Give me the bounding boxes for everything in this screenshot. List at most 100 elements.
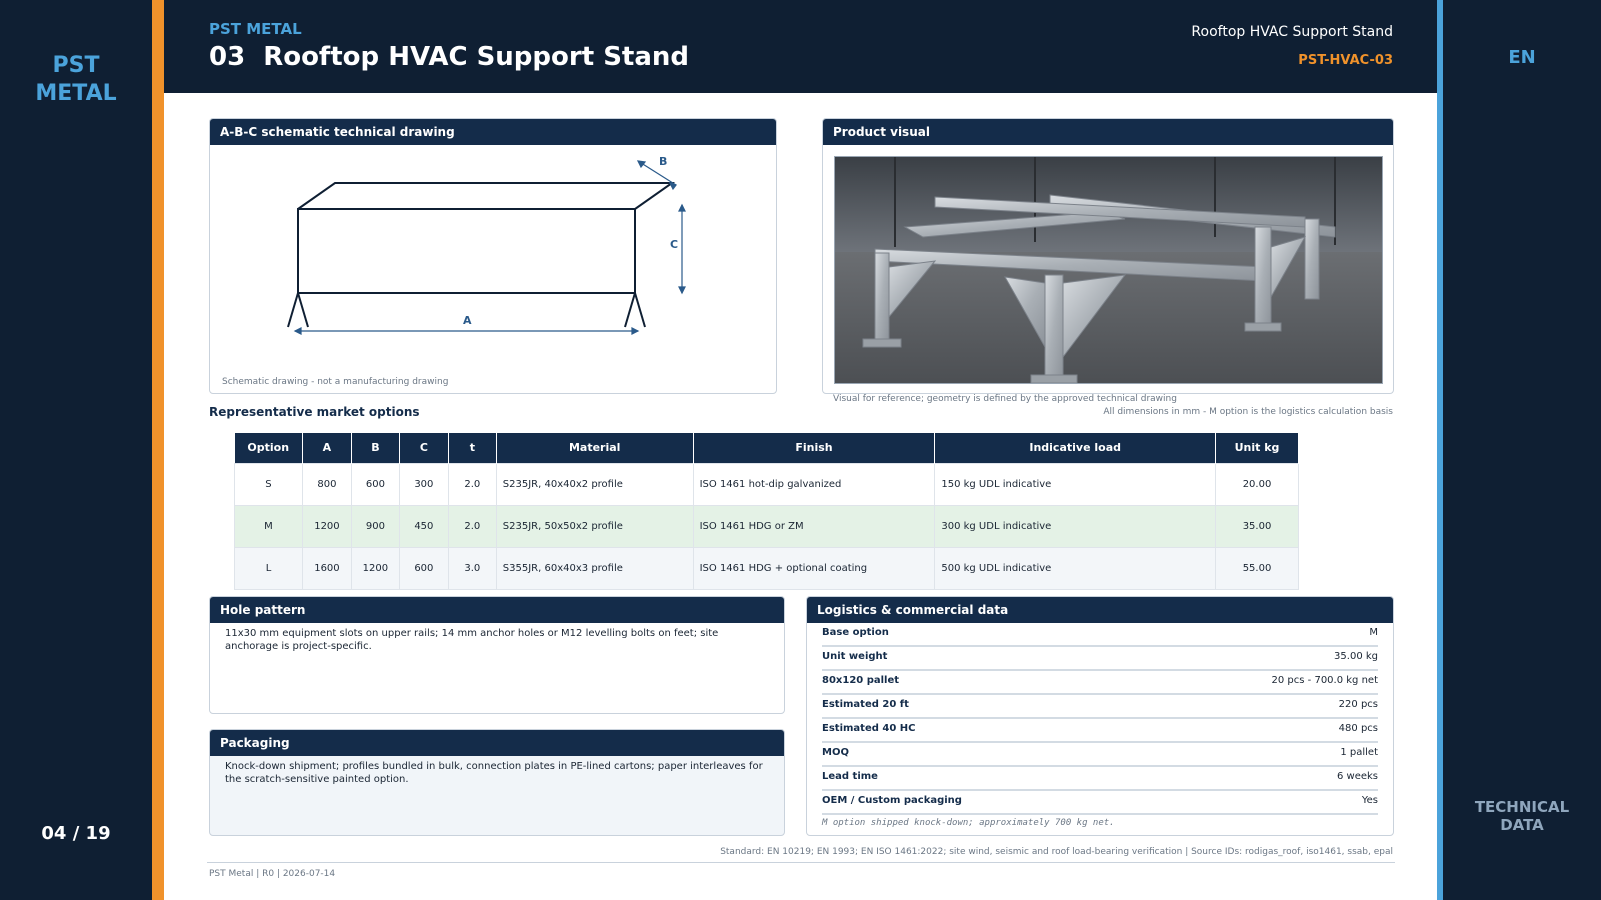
packaging-text: Knock-down shipment; profiles bundled in… bbox=[225, 761, 763, 785]
column-header: Indicative load bbox=[934, 433, 1217, 463]
table-cell: 800 bbox=[301, 462, 352, 506]
logistics-value: Yes bbox=[1361, 795, 1378, 806]
logistics-card: Logistics & commercial data Base option M… bbox=[806, 596, 1394, 836]
logistics-row: Base option M bbox=[822, 623, 1378, 647]
table-cell: 35.00 bbox=[1215, 504, 1299, 548]
visual-card-title: Product visual bbox=[823, 119, 1393, 145]
logistics-value: 220 pcs bbox=[1338, 699, 1378, 710]
drawing-disclaimer: Schematic drawing - not a manufacturing … bbox=[222, 377, 449, 387]
left-rail bbox=[0, 0, 152, 900]
column-header: Finish bbox=[693, 433, 936, 463]
logistics-note: M option shipped knock-down; approximate… bbox=[822, 818, 1115, 828]
logistics-value: 6 weeks bbox=[1336, 771, 1378, 782]
arrow-a-right bbox=[631, 327, 640, 335]
packaging-card: Packaging Knock-down shipment; profiles … bbox=[209, 729, 785, 836]
logistics-key: Base option bbox=[822, 627, 889, 638]
logistics-title: Logistics & commercial data bbox=[807, 597, 1393, 623]
table-cell: S355JR, 60x40x3 profile bbox=[495, 546, 694, 590]
dimension-line-b bbox=[637, 160, 677, 186]
logistics-row: Lead time 6 weeks bbox=[822, 767, 1378, 791]
table-cell: ISO 1461 HDG + optional coating bbox=[692, 546, 936, 590]
footer-text: PST Metal | R0 | 2026-07-14 bbox=[209, 869, 336, 879]
arrow-b-top bbox=[636, 160, 647, 169]
table-cell: 600 bbox=[398, 546, 449, 590]
label-a: A bbox=[463, 314, 472, 327]
logistics-row: MOQ 1 pallet bbox=[822, 743, 1378, 767]
table-cell: M bbox=[234, 504, 303, 548]
table-row: M 1200 900 450 2.0 S235JR, 50x50x2 profi… bbox=[234, 504, 1299, 548]
table-cell: 55.00 bbox=[1215, 546, 1299, 590]
arrow-a-left bbox=[293, 327, 302, 335]
table-cell: 1600 bbox=[301, 546, 352, 590]
section-tag-line-1: TECHNICAL bbox=[1474, 798, 1570, 816]
logistics-value: 35.00 kg bbox=[1334, 651, 1378, 662]
logistics-key: Unit weight bbox=[822, 651, 888, 662]
arrow-c-top bbox=[678, 203, 686, 212]
logistics-key: 80x120 pallet bbox=[822, 675, 900, 686]
table-cell: 2.0 bbox=[447, 504, 497, 548]
table-cell: ISO 1461 HDG or ZM bbox=[692, 504, 936, 548]
table-cell: L bbox=[234, 546, 303, 590]
label-b: B bbox=[659, 155, 667, 168]
section-tag: TECHNICAL DATA bbox=[1443, 798, 1601, 834]
visual-caption: Visual for reference; geometry is define… bbox=[833, 394, 1177, 404]
product-illustration bbox=[835, 157, 1382, 383]
table-row: S 800 600 300 2.0 S235JR, 40x40x2 profil… bbox=[234, 462, 1299, 506]
hole-pattern-title: Hole pattern bbox=[210, 597, 784, 623]
column-header: Unit kg bbox=[1215, 433, 1299, 463]
logistics-row: Unit weight 35.00 kg bbox=[822, 647, 1378, 671]
page-title: 03 Rooftop HVAC Support Stand bbox=[209, 42, 689, 72]
table-cell: 300 bbox=[398, 462, 449, 506]
column-header: Material bbox=[496, 433, 694, 463]
schematic-drawing: A B C bbox=[287, 155, 686, 335]
standards-line: Standard: EN 10219; EN 1993; EN ISO 1461… bbox=[720, 847, 1393, 857]
visual-card: Product visual bbox=[822, 118, 1394, 394]
brand-line-1: PST bbox=[52, 53, 100, 78]
table-cell: 150 kg UDL indicative bbox=[934, 462, 1217, 506]
drawing-card-title: A-B-C schematic technical drawing bbox=[210, 119, 776, 145]
logistics-row: 80x120 pallet 20 pcs - 700.0 kg net bbox=[822, 671, 1378, 695]
language-indicator[interactable]: EN bbox=[1443, 47, 1601, 68]
table-cell: 900 bbox=[350, 504, 400, 548]
table-cell: 1200 bbox=[301, 504, 352, 548]
column-header: t bbox=[448, 433, 497, 463]
header-brand: PST METAL bbox=[209, 20, 302, 38]
packaging-title: Packaging bbox=[210, 730, 784, 756]
hole-pattern-text: 11x30 mm equipment slots on upper rails;… bbox=[225, 628, 719, 652]
table-cell: 500 kg UDL indicative bbox=[934, 546, 1217, 590]
stand-leg-left-1 bbox=[287, 292, 299, 328]
stand-top-face bbox=[297, 182, 676, 210]
section-tag-line-2: DATA bbox=[1500, 816, 1544, 834]
options-header-row: Option A B C t Material Finish Indicativ… bbox=[234, 433, 1299, 463]
options-table: Option A B C t Material Finish Indicativ… bbox=[234, 433, 1299, 590]
logistics-value: 20 pcs - 700.0 kg net bbox=[1271, 675, 1378, 686]
table-cell: 450 bbox=[398, 504, 449, 548]
stand-front-face bbox=[297, 208, 636, 294]
logistics-row: Estimated 40 HC 480 pcs bbox=[822, 719, 1378, 743]
page-counter: 04 / 19 bbox=[41, 823, 111, 844]
brand-logo: PST METAL bbox=[0, 52, 152, 108]
brand-line-2: METAL bbox=[35, 81, 117, 106]
stand-leg-right-1 bbox=[624, 292, 636, 328]
logistics-value: 480 pcs bbox=[1338, 723, 1378, 734]
table-cell: 600 bbox=[350, 462, 400, 506]
table-cell: 3.0 bbox=[447, 546, 497, 590]
logistics-row: Estimated 20 ft 220 pcs bbox=[822, 695, 1378, 719]
stand-leg-right-2 bbox=[634, 292, 646, 328]
table-cell: 2.0 bbox=[447, 462, 497, 506]
logistics-value: 1 pallet bbox=[1340, 747, 1378, 758]
options-heading: Representative market options bbox=[209, 405, 420, 419]
table-cell: ISO 1461 hot-dip galvanized bbox=[692, 462, 936, 506]
product-code: PST-HVAC-03 bbox=[1298, 53, 1393, 68]
logistics-key: Estimated 20 ft bbox=[822, 699, 909, 710]
arrow-c-bottom bbox=[678, 286, 686, 295]
table-cell: S235JR, 40x40x2 profile bbox=[495, 462, 694, 506]
label-c: C bbox=[670, 238, 678, 251]
product-photo bbox=[834, 156, 1383, 384]
table-cell: S235JR, 50x50x2 profile bbox=[495, 504, 694, 548]
stand-leg-left-2 bbox=[297, 292, 309, 328]
header-product-name: Rooftop HVAC Support Stand bbox=[1191, 24, 1393, 40]
column-header: C bbox=[399, 433, 449, 463]
table-row: L 1600 1200 600 3.0 S355JR, 60x40x3 prof… bbox=[234, 546, 1299, 590]
hole-pattern-card: Hole pattern 11x30 mm equipment slots on… bbox=[209, 596, 785, 714]
